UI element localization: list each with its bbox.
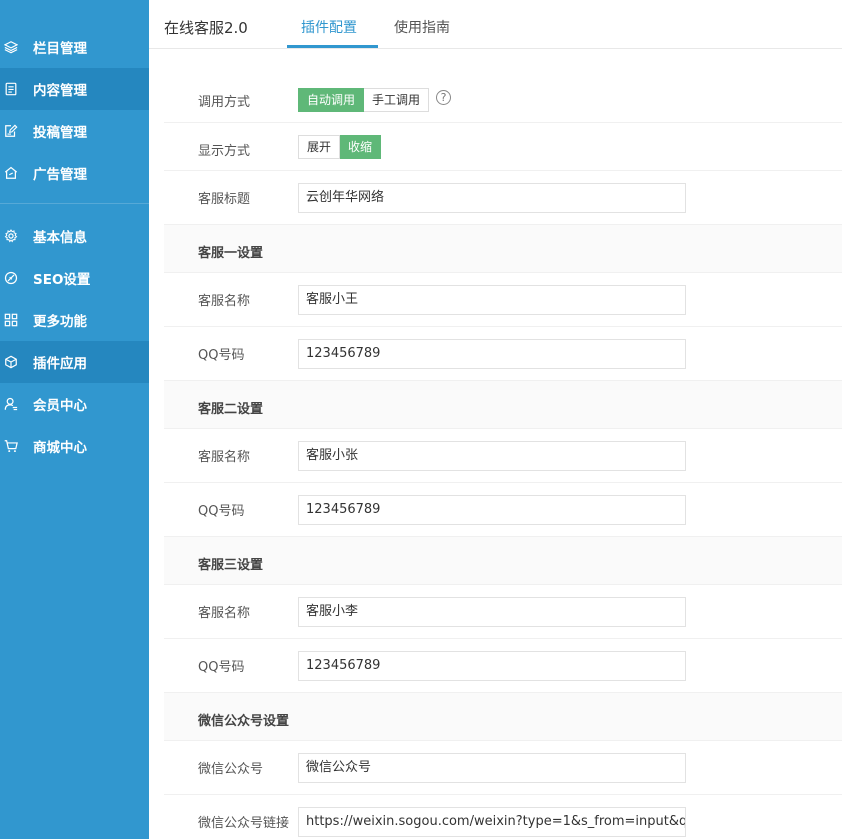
sidebar-divider xyxy=(0,203,149,204)
section-title: 客服三设置 xyxy=(198,558,264,573)
qq-label: QQ号码 xyxy=(198,660,245,675)
title-input[interactable]: 云创年华网络 xyxy=(298,183,686,213)
cs1-qq-input[interactable]: 123456789 xyxy=(298,339,686,369)
form-row-cs2-name: 客服名称 客服小张 xyxy=(164,429,842,483)
cs3-name-input[interactable]: 客服小李 xyxy=(298,597,686,627)
tab-plugin-config[interactable]: 插件配置 xyxy=(301,17,357,37)
section-title: 客服一设置 xyxy=(198,246,264,261)
sidebar-item-basic-info[interactable]: 基本信息 xyxy=(0,215,149,257)
expand-button[interactable]: 展开 xyxy=(298,135,341,159)
sidebar-item-submission-management[interactable]: 投稿管理 xyxy=(0,110,149,152)
gear-icon xyxy=(4,229,18,243)
form-row-display-mode: 显示方式 展开 收缩 xyxy=(164,123,842,171)
sidebar-item-label: 更多功能 xyxy=(33,314,87,330)
sidebar-item-seo-settings[interactable]: SEO设置 xyxy=(0,257,149,299)
section-header: 客服一设置 xyxy=(164,225,842,273)
form-row-cs2-qq: QQ号码 123456789 xyxy=(164,483,842,537)
document-icon xyxy=(4,82,18,96)
cs3-qq-input[interactable]: 123456789 xyxy=(298,651,686,681)
form-row-cs1-qq: QQ号码 123456789 xyxy=(164,327,842,381)
cs-name-label: 客服名称 xyxy=(198,294,251,309)
wechat-link-input[interactable]: https://weixin.sogou.com/weixin?type=1&s… xyxy=(298,807,686,837)
cs-name-label: 客服名称 xyxy=(198,606,251,621)
seo-icon xyxy=(4,271,18,285)
form-row-cs1-name: 客服名称 客服小王 xyxy=(164,273,842,327)
sidebar-item-label: 会员中心 xyxy=(33,398,87,414)
cube-icon xyxy=(4,355,18,369)
sidebar-item-label: SEO设置 xyxy=(33,272,91,288)
cart-icon xyxy=(4,439,18,453)
sidebar-item-plugin-apps[interactable]: 插件应用 xyxy=(0,341,149,383)
sidebar-item-label: 投稿管理 xyxy=(33,125,87,141)
auto-call-button[interactable]: 自动调用 xyxy=(298,88,365,112)
house-icon xyxy=(4,166,18,180)
sidebar-item-column-management[interactable]: 栏目管理 xyxy=(0,26,149,68)
wechat-account-label: 微信公众号 xyxy=(198,762,264,777)
cs2-qq-input[interactable]: 123456789 xyxy=(298,495,686,525)
form-row-cs3-name: 客服名称 客服小李 xyxy=(164,585,842,639)
section-title: 微信公众号设置 xyxy=(198,714,290,729)
form-row-call-mode: 调用方式 自动调用 手工调用 ? xyxy=(164,74,842,123)
sidebar-item-label: 栏目管理 xyxy=(33,41,87,57)
collapse-button[interactable]: 收缩 xyxy=(340,135,382,159)
call-mode-toggle: 自动调用 手工调用 xyxy=(298,88,430,112)
cs1-name-input[interactable]: 客服小王 xyxy=(298,285,686,315)
sidebar-item-label: 商城中心 xyxy=(33,440,87,456)
display-mode-label: 显示方式 xyxy=(198,144,251,159)
form-row-wechat-account: 微信公众号 微信公众号 xyxy=(164,741,842,795)
edit-icon xyxy=(4,124,18,138)
form-row-title: 客服标题 云创年华网络 xyxy=(164,171,842,225)
wechat-account-input[interactable]: 微信公众号 xyxy=(298,753,686,783)
layers-icon xyxy=(4,40,18,54)
user-icon xyxy=(4,397,18,411)
form-row-cs3-qq: QQ号码 123456789 xyxy=(164,639,842,693)
main-form: 调用方式 自动调用 手工调用 ? 显示方式 展开 收缩 客服标题 云创年华网络 … xyxy=(149,49,842,839)
qq-label: QQ号码 xyxy=(198,504,245,519)
sidebar: 栏目管理 内容管理 投稿管理 广告管理 基本信息 SEO设置 更多功能 插件应用… xyxy=(0,0,149,839)
section-header: 微信公众号设置 xyxy=(164,693,842,741)
sidebar-item-content-management[interactable]: 内容管理 xyxy=(0,68,149,110)
sidebar-item-label: 广告管理 xyxy=(33,167,87,183)
grid-icon xyxy=(4,313,18,327)
cs2-name-input[interactable]: 客服小张 xyxy=(298,441,686,471)
form-row-wechat-link: 微信公众号链接 https://weixin.sogou.com/weixin?… xyxy=(164,795,842,839)
section-title: 客服二设置 xyxy=(198,402,264,417)
tab-user-guide[interactable]: 使用指南 xyxy=(394,17,450,37)
help-icon[interactable]: ? xyxy=(436,90,451,105)
page-title: 在线客服2.0 xyxy=(164,19,248,37)
sidebar-item-more-features[interactable]: 更多功能 xyxy=(0,299,149,341)
call-mode-label: 调用方式 xyxy=(198,95,251,110)
cs-name-label: 客服名称 xyxy=(198,450,251,465)
sidebar-item-mall-center[interactable]: 商城中心 xyxy=(0,425,149,467)
qq-label: QQ号码 xyxy=(198,348,245,363)
display-mode-toggle: 展开 收缩 xyxy=(298,135,382,159)
sidebar-item-member-center[interactable]: 会员中心 xyxy=(0,383,149,425)
sidebar-item-label: 内容管理 xyxy=(33,83,87,99)
section-header: 客服三设置 xyxy=(164,537,842,585)
active-tab-indicator xyxy=(287,45,378,48)
sidebar-item-label: 插件应用 xyxy=(33,356,87,372)
header: 在线客服2.0 插件配置 使用指南 xyxy=(149,0,842,49)
title-label: 客服标题 xyxy=(198,192,251,207)
section-header: 客服二设置 xyxy=(164,381,842,429)
sidebar-item-ad-management[interactable]: 广告管理 xyxy=(0,152,149,194)
manual-call-button[interactable]: 手工调用 xyxy=(364,88,430,112)
sidebar-item-label: 基本信息 xyxy=(33,230,87,246)
wechat-link-label: 微信公众号链接 xyxy=(198,816,290,831)
